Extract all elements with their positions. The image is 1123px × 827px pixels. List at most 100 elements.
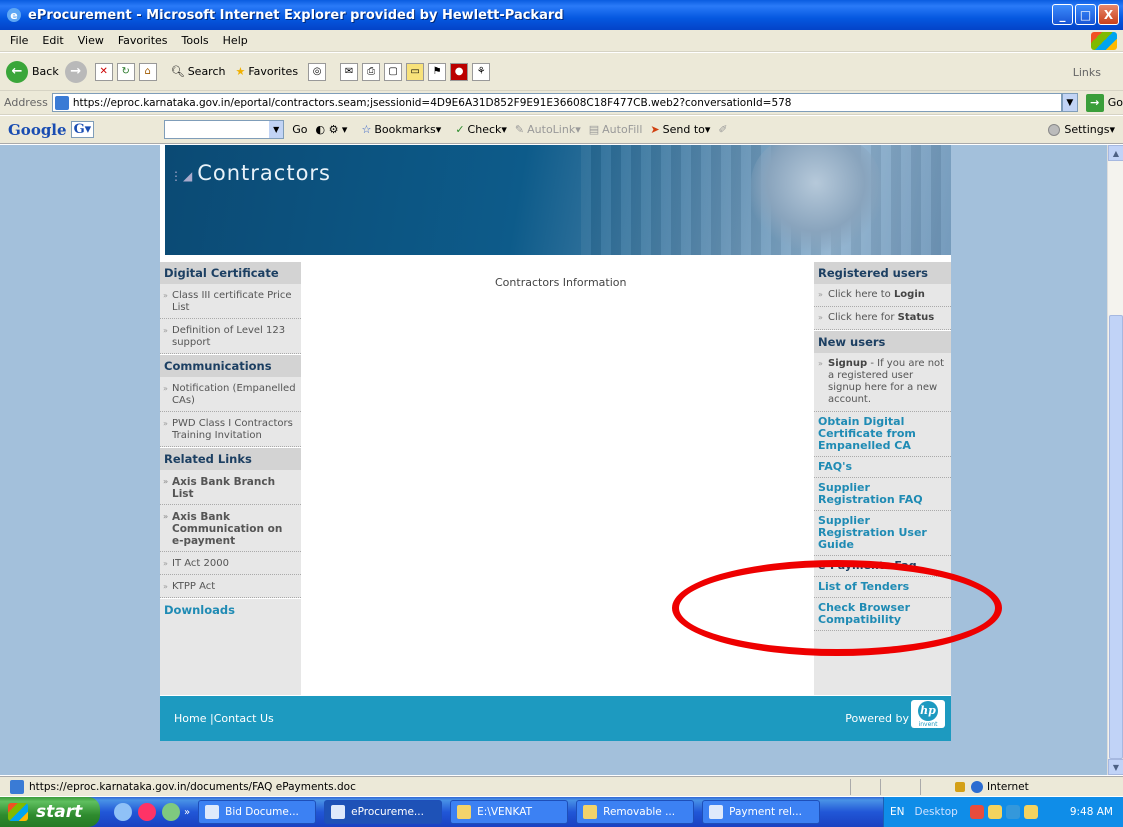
tray-icon[interactable]	[1005, 805, 1020, 819]
faqs-link[interactable]: FAQ's	[814, 457, 951, 478]
google-g-icon[interactable]: G▾	[70, 121, 95, 138]
ie-icon	[331, 805, 346, 819]
desktop-toolbar[interactable]: Desktop	[915, 806, 958, 818]
signup-link[interactable]: Signup - If you are not a registered use…	[814, 353, 951, 412]
spell-check-button[interactable]: ✓ Check ▾	[455, 123, 507, 136]
it-act-link[interactable]: IT Act 2000	[160, 552, 301, 575]
print-icon[interactable]: ⎙	[362, 62, 381, 81]
page-icon	[54, 95, 69, 110]
tray-icon[interactable]	[969, 805, 984, 819]
contact-us-link[interactable]: |Contact Us	[210, 712, 274, 725]
taskbar-button-venkat[interactable]: E:\VENKAT	[450, 800, 569, 824]
taskbar-button-payment[interactable]: Payment rel...	[702, 800, 821, 824]
class-iii-price-list-link[interactable]: Class III certificate Price List	[160, 284, 301, 319]
settings-button[interactable]: Settings ▾	[1048, 123, 1115, 136]
favorites-button[interactable]: ★ Favorites	[235, 65, 298, 78]
address-url: https://eproc.karnataka.gov.in/eportal/c…	[72, 96, 792, 109]
scroll-thumb[interactable]	[1109, 315, 1123, 759]
autolink-button[interactable]: ✎ AutoLink ▾	[515, 123, 581, 136]
autofill-button[interactable]: ▤ AutoFill	[589, 123, 643, 136]
menu-file[interactable]: File	[10, 34, 28, 47]
signup-label: Signup	[828, 358, 868, 369]
footer-links: Home |Contact Us	[174, 712, 274, 725]
ktpp-act-link[interactable]: KTPP Act	[160, 575, 301, 598]
bookmarks-label: Bookmarks	[374, 123, 436, 136]
supplier-registration-faq-link[interactable]: Supplier Registration FAQ	[814, 478, 951, 511]
communications-heading: Communications	[160, 354, 301, 377]
taskbar-button-eprocurement[interactable]: eProcureme...	[324, 800, 443, 824]
mail-icon[interactable]: ✉	[340, 62, 359, 81]
google-search-input[interactable]: ▼	[164, 120, 285, 139]
edit-icon[interactable]: ▢	[384, 62, 403, 81]
menu-view[interactable]: View	[78, 34, 104, 47]
address-dropdown-icon[interactable]: ▼	[1061, 93, 1078, 112]
home-icon[interactable]: ⌂	[138, 62, 157, 81]
scroll-up-icon[interactable]: ▲	[1108, 145, 1123, 161]
internet-zone-icon	[971, 780, 983, 793]
vertical-scrollbar[interactable]: ▲ ▼	[1107, 145, 1123, 775]
banner-title-text: Contractors	[197, 161, 331, 185]
go-arrow-icon: →	[1085, 93, 1104, 112]
minimize-button[interactable]: _	[1052, 4, 1073, 25]
menu-help[interactable]: Help	[223, 34, 248, 47]
taskbar-button-removable[interactable]: Removable ...	[576, 800, 695, 824]
menu-tools[interactable]: Tools	[182, 34, 209, 47]
axis-bank-epayment-link[interactable]: Axis Bank Communication on e-payment	[160, 505, 301, 552]
home-link[interactable]: Home	[174, 712, 206, 725]
pwd-training-link[interactable]: PWD Class I Contractors Training Invitat…	[160, 412, 301, 447]
send-to-button[interactable]: ➤ Send to ▾	[650, 123, 710, 136]
go-button[interactable]: → Go	[1085, 93, 1123, 112]
stop-icon[interactable]: ✕	[94, 62, 113, 81]
notes-icon[interactable]: ▭	[406, 62, 425, 81]
scroll-down-icon[interactable]: ▼	[1108, 759, 1123, 775]
forward-button[interactable]: →	[64, 60, 91, 83]
close-button[interactable]: X	[1098, 4, 1119, 25]
toolbar-addon-icon[interactable]: ●	[450, 62, 469, 81]
folder-icon	[457, 805, 472, 819]
google-logo[interactable]: Google	[8, 121, 67, 139]
search-icon: 🔍︎	[170, 65, 185, 78]
axis-bank-branch-link[interactable]: Axis Bank Branch List	[160, 470, 301, 505]
start-button[interactable]: start	[0, 797, 100, 827]
status-link[interactable]: Click here for Status	[814, 307, 951, 330]
tray-icons	[969, 805, 1038, 819]
level-123-support-link[interactable]: Definition of Level 123 support	[160, 319, 301, 354]
taskbar-button-bid-documents[interactable]: Bid Docume...	[198, 800, 317, 824]
search-button[interactable]: 🔍︎ Search	[171, 65, 226, 78]
highlight-icon[interactable]: ✐	[718, 123, 727, 136]
messenger-quicklaunch-icon[interactable]	[162, 803, 180, 821]
messenger-icon[interactable]: ⚑	[428, 62, 447, 81]
pagerank-icon[interactable]: ◐ ⚙ ▾	[315, 123, 347, 136]
quick-launch	[114, 803, 180, 821]
bookmarks-button[interactable]: ☆ Bookmarks ▾	[361, 123, 441, 136]
tray-icon[interactable]	[987, 805, 1002, 819]
menu-edit[interactable]: Edit	[42, 34, 63, 47]
links-label[interactable]: Links	[1073, 66, 1101, 79]
tray-icon[interactable]	[1023, 805, 1038, 819]
chevron-down-icon: ▼	[269, 121, 284, 138]
lock-icon	[955, 781, 965, 792]
research-icon[interactable]: ⚘	[472, 62, 491, 81]
hp-logo[interactable]: hp invent	[911, 700, 945, 728]
address-input[interactable]: https://eproc.karnataka.gov.in/eportal/c…	[51, 93, 1062, 112]
media-quicklaunch-icon[interactable]	[138, 803, 156, 821]
center-heading: Contractors Information	[495, 276, 627, 289]
maximize-button[interactable]: □	[1075, 4, 1096, 25]
login-link[interactable]: Click here to Login	[814, 284, 951, 307]
hp-invent-text: invent	[918, 720, 938, 728]
google-go-button[interactable]: Go	[292, 123, 307, 136]
obtain-digital-certificate-link[interactable]: Obtain Digital Certificate from Empanell…	[814, 412, 951, 457]
back-button[interactable]: ← Back	[6, 60, 59, 83]
autolink-icon: ✎	[514, 123, 525, 136]
quicklaunch-expand-icon[interactable]: »	[184, 807, 190, 818]
notification-empanelled-link[interactable]: Notification (Empanelled CAs)	[160, 377, 301, 412]
banner-photo	[751, 145, 881, 255]
menu-favorites[interactable]: Favorites	[118, 34, 168, 47]
window-title-bar[interactable]: e eProcurement - Microsoft Internet Expl…	[0, 0, 1123, 30]
ie-quicklaunch-icon[interactable]	[114, 803, 132, 821]
media-icon[interactable]: ◎	[308, 62, 327, 81]
refresh-icon[interactable]: ↻	[116, 62, 135, 81]
language-indicator[interactable]: EN	[890, 806, 905, 818]
downloads-link[interactable]: Downloads	[160, 598, 301, 621]
supplier-registration-guide-link[interactable]: Supplier Registration User Guide	[814, 511, 951, 556]
